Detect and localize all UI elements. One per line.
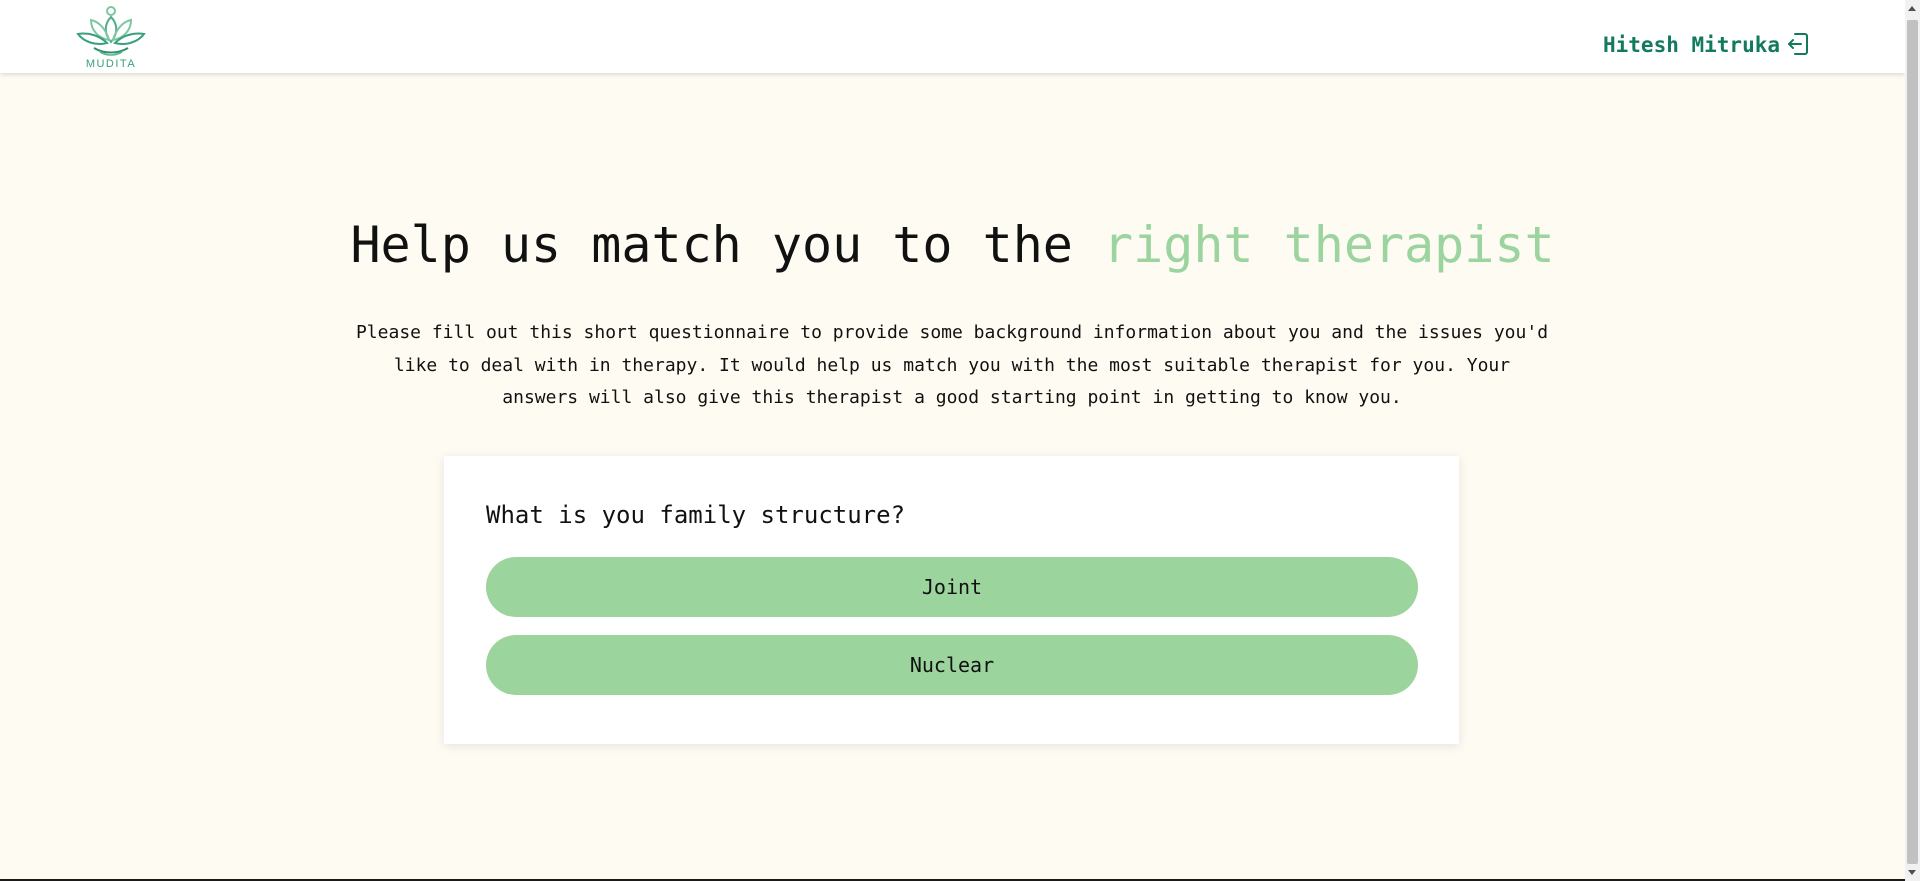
lotus-icon xyxy=(76,6,146,56)
question-text: What is you family structure? xyxy=(486,501,906,529)
option-joint-button[interactable]: Joint xyxy=(486,557,1418,617)
logout-icon[interactable] xyxy=(1786,31,1810,57)
scrollbar-thumb[interactable] xyxy=(1907,20,1918,864)
page-title-main: Help us match you to the xyxy=(350,216,1104,274)
option-nuclear-button[interactable]: Nuclear xyxy=(486,635,1418,695)
scroll-down-arrow-icon[interactable] xyxy=(1908,870,1916,875)
user-name[interactable]: Hitesh Mitruka xyxy=(1603,33,1780,57)
page: MUDITA Hitesh Mitruka Help us match you … xyxy=(0,0,1905,881)
top-navbar: MUDITA Hitesh Mitruka xyxy=(0,0,1905,73)
page-scrollbar[interactable] xyxy=(1905,0,1920,881)
intro-description: Please fill out this short questionnaire… xyxy=(355,322,1549,408)
page-title: Help us match you to the right therapist xyxy=(0,215,1905,275)
scroll-up-arrow-icon[interactable] xyxy=(1908,6,1916,11)
logo-text: MUDITA xyxy=(85,58,137,70)
question-card: What is you family structure? Joint Nucl… xyxy=(444,456,1459,744)
page-title-accent: right therapist xyxy=(1103,216,1555,274)
mudita-logo[interactable]: MUDITA xyxy=(74,2,148,70)
